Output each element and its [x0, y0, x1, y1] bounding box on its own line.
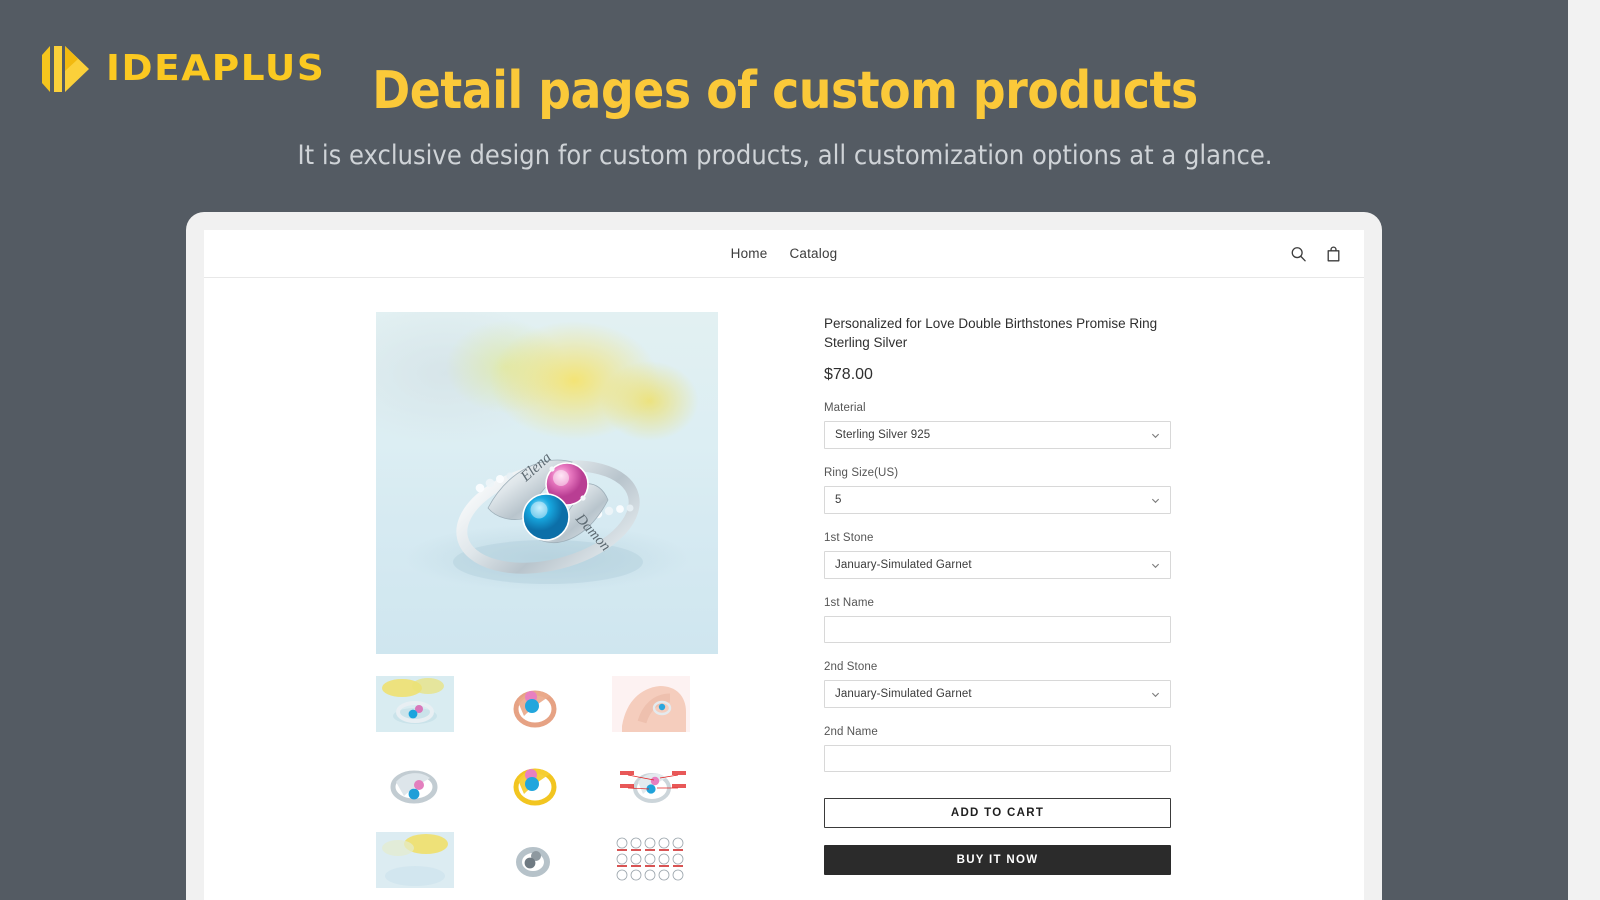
thumb-ring-closeup[interactable]	[494, 832, 572, 888]
thumb-gold-ring[interactable]	[494, 754, 572, 810]
page-right-edge	[1568, 0, 1600, 900]
thumb-flowers-scene[interactable]	[376, 832, 454, 888]
option-first-name: 1st Name	[824, 597, 1224, 644]
thumb-flowers-scene-image	[376, 832, 454, 888]
first-stone-select[interactable]: January-Simulated Garnet	[824, 551, 1171, 580]
ring-size-select[interactable]: 5	[824, 486, 1171, 515]
option-first-stone: 1st Stone January-Simulated Garnet	[824, 532, 1224, 580]
option-first-stone-label: 1st Stone	[824, 532, 874, 545]
thumb-ring-on-hand[interactable]	[612, 676, 690, 732]
second-stone-select-value: January-Simulated Garnet	[835, 688, 972, 701]
shopping-bag-icon[interactable]	[1325, 245, 1342, 262]
nav-link-catalog[interactable]: Catalog	[789, 246, 837, 261]
thumb-gold-ring-image	[494, 754, 572, 810]
page-subtitle: It is exclusive design for custom produc…	[297, 140, 1273, 172]
second-name-input[interactable]	[824, 745, 1171, 773]
main-product-image[interactable]: Elena Damon	[376, 312, 718, 654]
thumb-birthstone-chart[interactable]	[612, 832, 690, 888]
option-first-name-label: 1st Name	[824, 597, 875, 610]
thumb-annotated-diagram[interactable]	[612, 754, 690, 810]
search-icon[interactable]	[1290, 245, 1307, 262]
product-title: Personalized for Love Double Birthstones…	[824, 316, 1158, 351]
option-second-name-label: 2nd Name	[824, 726, 878, 739]
option-ring-size: Ring Size(US) 5	[824, 467, 1224, 515]
ring-size-select-value: 5	[835, 494, 842, 507]
product-detail: Elena Damon Personalized for Love Double…	[204, 278, 1364, 888]
device-frame: Home Catalog Elena Damon Personalized fo…	[186, 212, 1382, 900]
ideaplus-mark-icon	[42, 46, 89, 92]
thumb-rose-gold-ring[interactable]	[494, 676, 572, 732]
material-select-value: Sterling Silver 925	[835, 429, 931, 442]
first-name-input[interactable]	[824, 616, 1171, 644]
brand-wordmark: IDEAPLUS	[106, 48, 326, 89]
store-header: Home Catalog	[204, 230, 1364, 278]
thumb-silver-ring-white[interactable]	[376, 754, 454, 810]
buy-it-now-button[interactable]: BUY IT NOW	[824, 845, 1171, 876]
thumb-birthstone-chart-image	[612, 832, 690, 888]
browser-viewport: Home Catalog Elena Damon Personalized fo…	[204, 230, 1364, 900]
option-material-label: Material	[824, 402, 866, 415]
chevron-down-icon	[1151, 498, 1160, 503]
nav-link-home[interactable]: Home	[731, 246, 768, 261]
store-navigation: Home Catalog	[731, 246, 838, 261]
chevron-down-icon	[1151, 563, 1160, 568]
second-stone-select[interactable]: January-Simulated Garnet	[824, 680, 1171, 709]
thumb-silver-ring-white-image	[376, 754, 454, 810]
ring-illustration: Elena Damon	[453, 450, 643, 584]
brand-logo: IDEAPLUS	[40, 42, 324, 96]
thumb-ring-closeup-image	[494, 832, 572, 888]
first-stone-select-value: January-Simulated Garnet	[835, 559, 972, 572]
material-select[interactable]: Sterling Silver 925	[824, 421, 1171, 450]
thumb-annotated-diagram-image	[612, 754, 690, 810]
thumbnail-grid	[376, 676, 824, 888]
thumb-silver-ring-flowers-image	[376, 676, 454, 732]
thumb-rose-gold-ring-image	[494, 676, 572, 732]
thumb-silver-ring-flowers[interactable]	[376, 676, 454, 732]
chevron-down-icon	[1151, 692, 1160, 697]
option-material: Material Sterling Silver 925	[824, 402, 1224, 450]
product-price: $78.00	[824, 366, 873, 384]
product-gallery: Elena Damon	[204, 312, 824, 888]
option-second-stone: 2nd Stone January-Simulated Garnet	[824, 661, 1224, 709]
thumb-ring-on-hand-image	[612, 676, 690, 732]
option-second-stone-label: 2nd Stone	[824, 661, 878, 674]
product-options: Personalized for Love Double Birthstones…	[824, 312, 1224, 888]
header-icon-group	[1290, 245, 1342, 262]
add-to-cart-button[interactable]: ADD TO CART	[824, 798, 1171, 829]
chevron-down-icon	[1151, 433, 1160, 438]
option-ring-size-label: Ring Size(US)	[824, 467, 899, 480]
option-second-name: 2nd Name	[824, 726, 1224, 773]
